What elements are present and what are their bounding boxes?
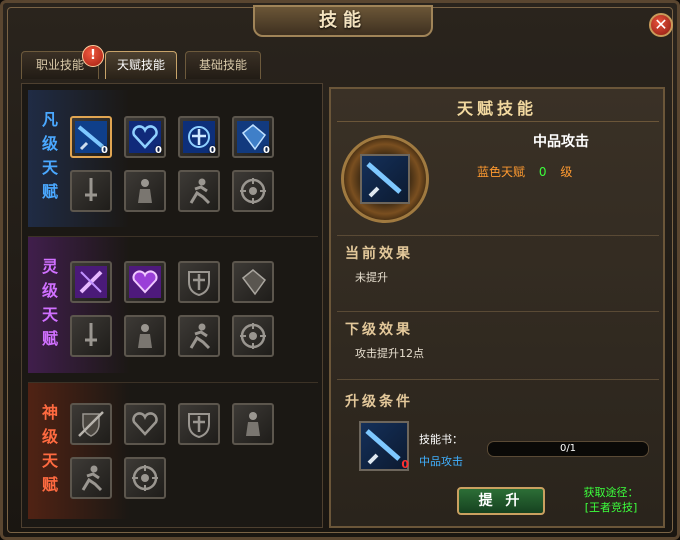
slot-purple-sword[interactable]: [70, 261, 112, 303]
skill-book-icon[interactable]: 0: [359, 421, 409, 471]
progress-text: 0/1: [559, 443, 577, 454]
locked-warrior-icon: [246, 412, 260, 436]
section-spirit-talent: 灵级天赋: [28, 236, 318, 373]
talent-tree-panel: 凡级天赋 0 0 0 0 灵级天赋 神级天赋: [21, 83, 323, 528]
talent-window: 技能 ✕ 职业技能 天赋技能 基础技能 ! 凡级天赋 0 0 0 0 灵级天赋 …: [0, 0, 680, 540]
locked-warrior-icon: [138, 179, 152, 203]
locked-armor-icon: [241, 269, 267, 296]
talent-type: 蓝色天赋: [477, 165, 526, 179]
skill-book-name[interactable]: 中品攻击: [419, 453, 463, 469]
slot-blue-heart[interactable]: 0: [124, 116, 166, 158]
next-effect-heading: 下级效果: [345, 322, 413, 338]
divider: [337, 379, 659, 380]
blue-sword-icon: [366, 162, 402, 198]
locked-shield-sword-icon: [78, 411, 104, 437]
upgrade-button[interactable]: 提 升: [457, 487, 545, 515]
locked-target-icon: [132, 465, 158, 491]
acquire-info: 获取途径： [王者竞技]: [563, 485, 659, 515]
slot-blue-sword[interactable]: 0: [70, 116, 112, 158]
slot-locked-armor[interactable]: [232, 261, 274, 303]
slot-locked-heart[interactable]: [124, 403, 166, 445]
slot-locked-warrior-3[interactable]: [232, 403, 274, 445]
upgrade-condition-heading: 升级条件: [345, 394, 413, 410]
detail-title: 天赋技能: [456, 99, 537, 118]
section-label-spirit: 灵级天赋: [41, 257, 58, 348]
next-effect-text: 攻击提升12点: [355, 347, 424, 360]
slot-locked-target[interactable]: [232, 170, 274, 212]
acquire-source-link[interactable]: [王者竞技]: [563, 500, 659, 515]
skill-medallion: [341, 135, 429, 223]
slot-locked-runner-3[interactable]: [70, 457, 112, 499]
slot-blue-shield-cross[interactable]: 0: [178, 116, 220, 158]
alert-badge: !: [82, 45, 104, 67]
locked-shield-cross-icon: [188, 271, 210, 297]
slot-locked-target-2[interactable]: [232, 315, 274, 357]
slot-locked-shield-sword[interactable]: [70, 403, 112, 445]
slot-locked-shield-cross[interactable]: [178, 261, 220, 303]
locked-sword-icon: [85, 323, 97, 346]
purple-sword-icon: [75, 266, 107, 298]
purple-heart-icon: [129, 266, 161, 298]
blue-sword-icon: [365, 429, 401, 465]
close-icon[interactable]: ✕: [649, 13, 673, 37]
locked-heart-icon: [132, 412, 158, 436]
section-label-divine: 神级天赋: [41, 403, 58, 494]
slot-locked-warrior[interactable]: [124, 170, 166, 212]
slot-locked-sword[interactable]: [70, 170, 112, 212]
locked-sword-icon: [85, 178, 97, 201]
skill-name: 中品攻击: [533, 134, 589, 150]
window-titlebar: 技能: [253, 5, 433, 37]
divider: [337, 311, 659, 312]
talent-level-unit: 级: [560, 165, 573, 179]
locked-target-icon: [240, 178, 266, 204]
locked-target-icon: [240, 323, 266, 349]
slot-blue-armor[interactable]: 0: [232, 116, 274, 158]
slot-locked-target-3[interactable]: [124, 457, 166, 499]
slot-locked-sword-2[interactable]: [70, 315, 112, 357]
skill-book-label: 技能书：: [419, 433, 463, 446]
detail-title-divider: [337, 121, 659, 122]
talent-detail-panel: 天赋技能 中品攻击 蓝色天赋 0 级 当前效果 未提升 下级效果 攻击提升12点…: [329, 87, 665, 528]
divider: [337, 235, 659, 236]
locked-warrior-icon: [138, 324, 152, 348]
window-title: 技能: [319, 10, 367, 31]
current-effect-heading: 当前效果: [345, 246, 413, 262]
tab-basic-skills[interactable]: 基础技能: [185, 51, 261, 79]
slot-locked-shield-cross-3[interactable]: [178, 403, 220, 445]
slot-locked-runner-2[interactable]: [178, 315, 220, 357]
tab-talent-skills[interactable]: 天赋技能: [105, 51, 177, 79]
skill-book-count: 0: [401, 458, 409, 471]
locked-runner-icon: [81, 465, 103, 492]
talent-level: 0: [538, 165, 547, 179]
skill-icon: [360, 154, 410, 204]
skill-book-progress: 0/1: [487, 441, 649, 457]
acquire-label: 获取途径：: [583, 486, 639, 499]
slot-locked-warrior-2[interactable]: [124, 315, 166, 357]
section-common-talent: 凡级天赋 0 0 0 0: [28, 90, 318, 227]
current-effect-text: 未提升: [355, 271, 388, 284]
section-label-common: 凡级天赋: [41, 110, 58, 201]
section-divine-talent: 神级天赋: [28, 382, 318, 519]
talent-level-line: 蓝色天赋 0 级: [477, 163, 572, 180]
locked-shield-cross-icon: [188, 413, 210, 439]
locked-runner-icon: [189, 178, 211, 205]
slot-purple-heart[interactable]: [124, 261, 166, 303]
locked-runner-icon: [189, 323, 211, 350]
slot-locked-runner[interactable]: [178, 170, 220, 212]
